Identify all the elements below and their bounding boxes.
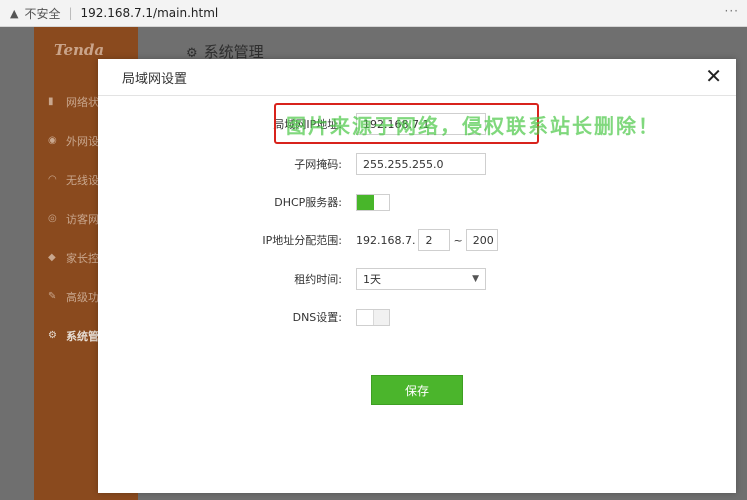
toggle-on-fill [357, 194, 374, 210]
more-menu-icon[interactable]: ··· [725, 4, 739, 18]
sidebar-item-label: 外网设 [66, 134, 99, 148]
lease-select[interactable]: 1天 ▼ [356, 268, 486, 290]
guest-icon: ◎ [48, 213, 57, 224]
save-button[interactable]: 保存 [371, 375, 463, 405]
lease-selected-value: 1天 [363, 273, 381, 286]
globe-icon: ◉ [48, 135, 57, 146]
sidebar-item-label: 无线设 [66, 173, 99, 187]
toggle-off-track [374, 309, 389, 325]
dns-toggle[interactable] [356, 308, 390, 326]
close-icon[interactable]: ✕ [705, 65, 722, 87]
sidebar-item-label: 家长控 [66, 251, 99, 265]
ip-range-label: IP地址分配范围: [262, 234, 342, 247]
brand-logo: Tenda [54, 41, 105, 59]
dialog-title: 局域网设置 [122, 71, 188, 87]
subnet-row: 子网掩码: 255.255.255.0 [98, 152, 736, 176]
ip-range-separator: ~ [453, 233, 463, 247]
ip-range-prefix: 192.168.7. [356, 233, 416, 247]
address-bar: ▲ 不安全 | 192.168.7.1/main.html ··· [0, 0, 747, 27]
dhcp-row: DHCP服务器: [98, 190, 736, 214]
sidebar-item-label: 访客网 [66, 212, 99, 226]
parental-control-icon: ◆ [48, 252, 56, 263]
dns-row: DNS设置: [98, 305, 736, 329]
gear-icon: ⚙ [48, 330, 57, 341]
chevron-down-icon: ▼ [472, 274, 479, 284]
url-field[interactable]: 192.168.7.1/main.html [81, 6, 219, 20]
toggle-knob [374, 194, 389, 210]
dialog-header: 局域网设置 ✕ [98, 59, 736, 96]
sidebar-item-label: 高级功 [66, 290, 99, 304]
dns-label: DNS设置: [292, 311, 342, 324]
wifi-icon: ◠ [48, 174, 57, 185]
ip-range-row: IP地址分配范围: 192.168.7. 2 ~ 200 [98, 228, 736, 252]
dhcp-label: DHCP服务器: [274, 196, 342, 209]
watermark-text: 图片来源于网络，侵权联系站长删除！ [286, 114, 660, 138]
lease-row: 租约时间: 1天 ▼ [98, 267, 736, 291]
sidebar-item-label: 系统管 [66, 329, 99, 343]
dhcp-toggle[interactable] [356, 193, 390, 211]
subnet-input[interactable]: 255.255.255.0 [356, 153, 486, 175]
address-separator: | [68, 6, 73, 20]
security-label[interactable]: 不安全 [24, 5, 60, 22]
network-status-icon: ▮ [48, 96, 54, 107]
lease-label: 租约时间: [294, 273, 342, 286]
ip-range-end-input[interactable]: 200 [465, 229, 498, 251]
ip-range-start-input[interactable]: 2 [418, 229, 451, 251]
sidebar-item-label: 网络状 [66, 95, 99, 109]
warning-icon[interactable]: ▲ [10, 7, 18, 20]
wrench-icon: ✎ [48, 291, 57, 302]
subnet-label: 子网掩码: [294, 158, 342, 171]
toggle-knob [357, 309, 374, 325]
